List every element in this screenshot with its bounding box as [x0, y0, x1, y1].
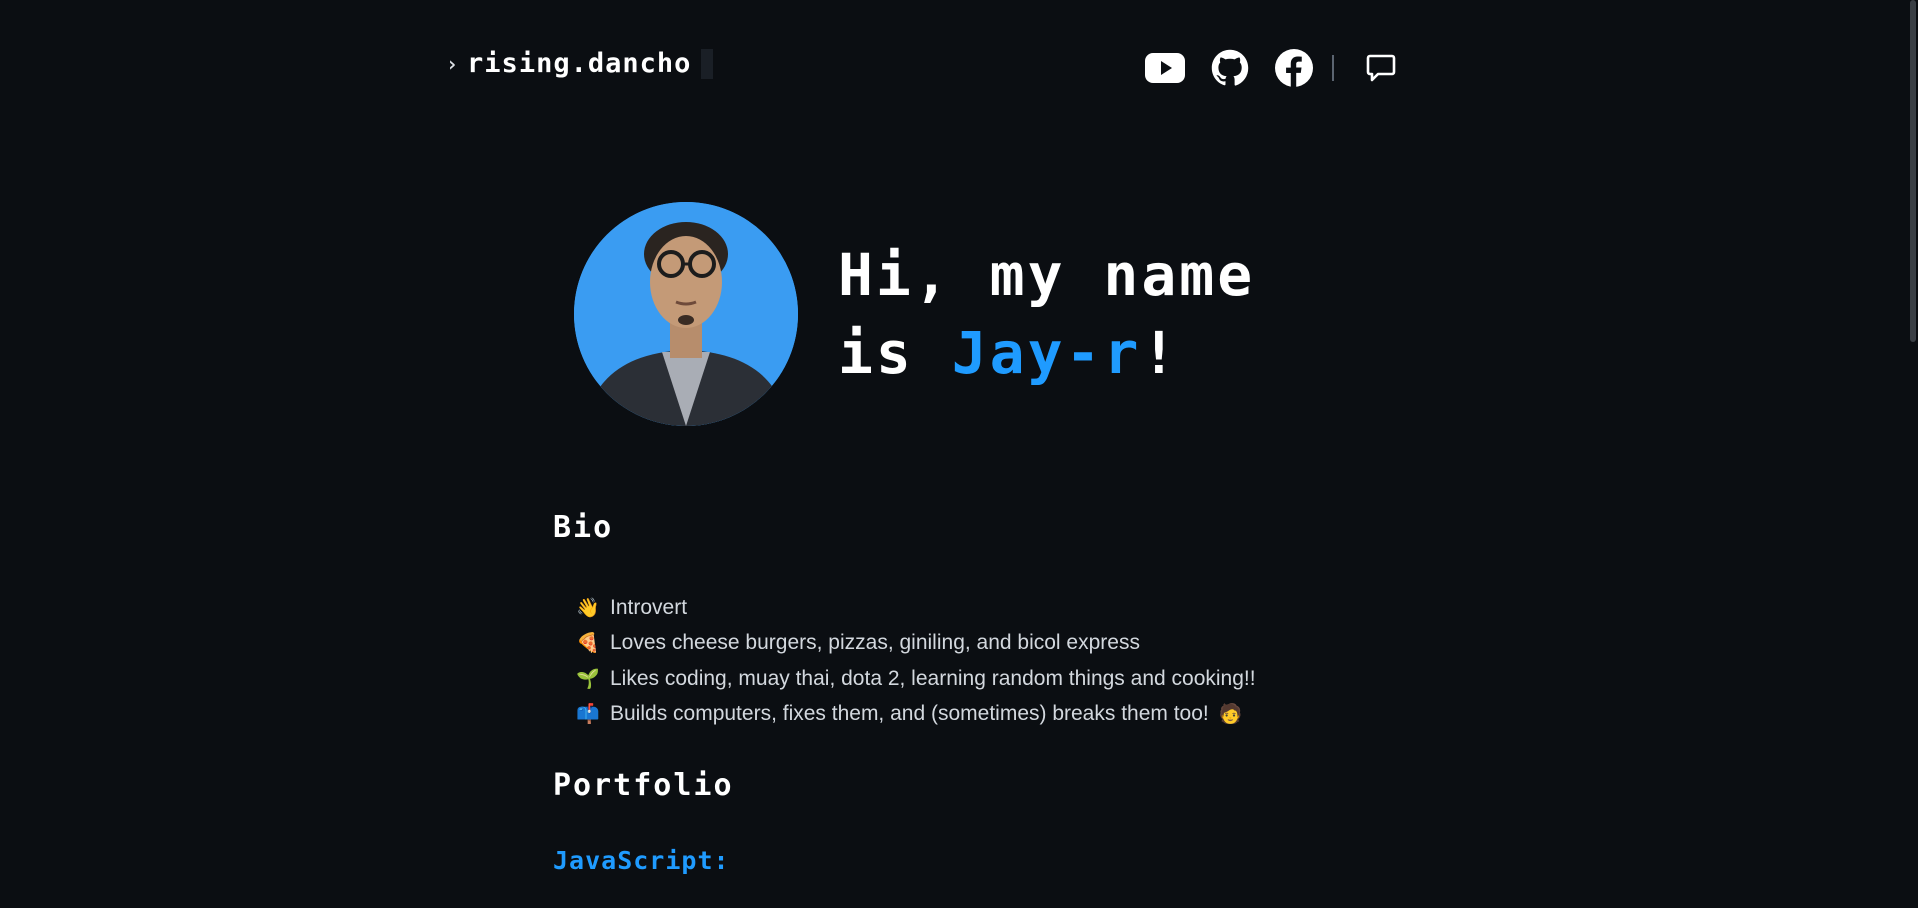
- bio-list: 👋 Introvert 🍕 Loves cheese burgers, pizz…: [576, 590, 1256, 733]
- logo-text: rising.dancho: [467, 48, 692, 79]
- bio-item-text: Introvert: [610, 595, 688, 619]
- social-nav: [1144, 48, 1398, 88]
- terminal-cursor: [701, 48, 714, 79]
- profile-avatar: [574, 202, 798, 426]
- page-scrollbar[interactable]: [1908, 0, 1918, 908]
- waving-hand-icon: 👋: [576, 597, 600, 619]
- bio-heading: Bio: [553, 510, 614, 545]
- mailbox-icon: 📫: [576, 704, 600, 726]
- prompt-icon: ›: [446, 51, 460, 76]
- portfolio-javascript-heading: JavaScript:: [553, 846, 730, 875]
- bio-item-text: Likes coding, muay thai, dota 2, learnin…: [610, 666, 1256, 690]
- bio-item: 📫 Builds computers, fixes them, and (som…: [576, 697, 1256, 733]
- bio-item: 🌱 Likes coding, muay thai, dota 2, learn…: [576, 661, 1256, 697]
- bio-item-text: Loves cheese burgers, pizzas, giniling, …: [610, 631, 1140, 655]
- portfolio-heading: Portfolio: [553, 768, 734, 803]
- hero-title: Hi, my name is Jay-r!: [838, 236, 1255, 392]
- bio-item: 🍕 Loves cheese burgers, pizzas, giniling…: [576, 626, 1256, 662]
- bio-item: 👋 Introvert: [576, 590, 1256, 626]
- hero-title-line2-prefix: is: [838, 319, 952, 387]
- chat-icon[interactable]: [1364, 48, 1398, 88]
- github-icon[interactable]: [1210, 48, 1250, 88]
- site-logo[interactable]: › rising.dancho: [446, 48, 714, 79]
- pizza-icon: 🍕: [576, 633, 600, 655]
- facebook-icon[interactable]: [1274, 48, 1314, 88]
- nav-divider: [1332, 55, 1334, 81]
- person-icon: 🧑: [1218, 704, 1243, 726]
- seedling-icon: 🌱: [576, 668, 600, 690]
- bio-item-text: Builds computers, fixes them, and (somet…: [610, 702, 1209, 726]
- scrollbar-thumb[interactable]: [1910, 0, 1916, 342]
- hero-exclamation: !: [1141, 319, 1180, 387]
- hero-title-line1: Hi, my name: [838, 241, 1256, 309]
- hero-name: Jay-r: [951, 319, 1142, 387]
- youtube-icon[interactable]: [1144, 48, 1186, 88]
- page: › rising.dancho Hi, my name is Jay-r! Bi…: [0, 0, 1918, 908]
